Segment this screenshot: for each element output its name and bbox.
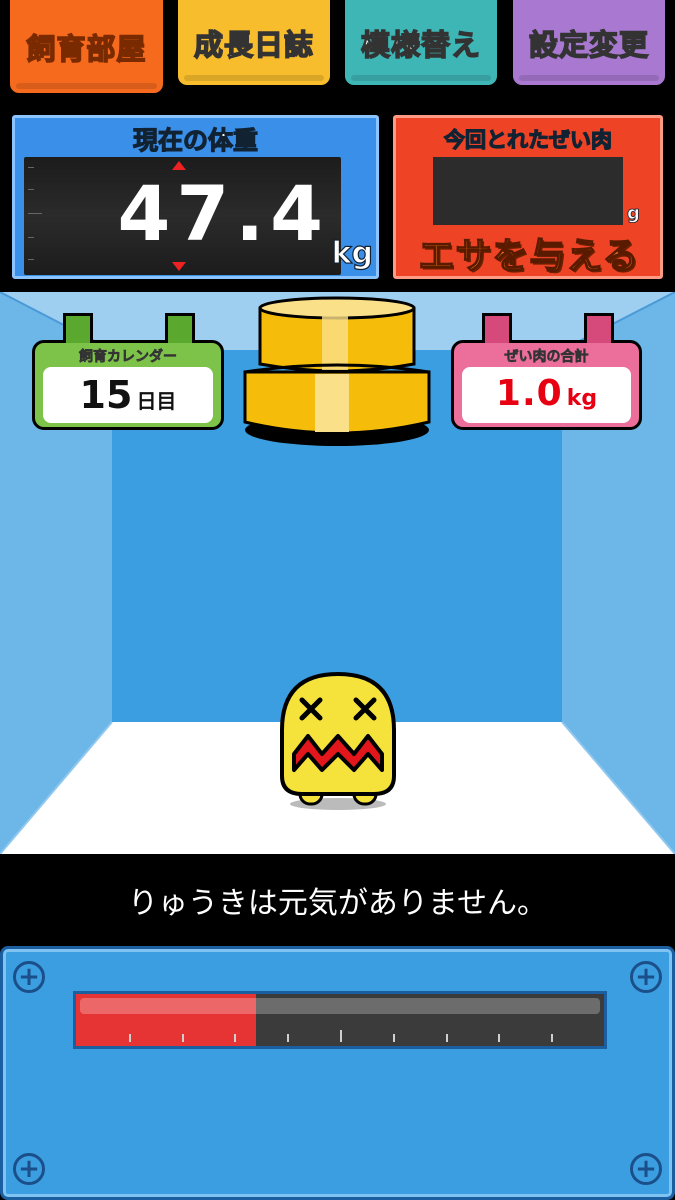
total-fat-unit: kg (566, 386, 598, 411)
energy-gauge-tick (340, 1030, 342, 1042)
current-weight-panel: 現在の体重 47.4 kg (9, 112, 382, 282)
tab-feed-room[interactable]: 飼育部屋 (7, 0, 166, 96)
plus-screw-icon: + (13, 961, 45, 993)
pet-character-icon (280, 671, 396, 810)
energy-gauge-gloss (80, 998, 600, 1014)
feed-button[interactable]: エサを与える (403, 227, 655, 279)
calendar-body: 15 日目 (43, 367, 213, 423)
total-fat-body: 1.0 kg (462, 367, 631, 423)
current-weight-title: 現在の体重 (132, 125, 258, 155)
energy-gauge-tick (181, 1034, 184, 1042)
energy-gauge-tick (234, 1034, 237, 1042)
calendar-day: 15 (79, 373, 133, 417)
weight-value: 47.4 (117, 169, 329, 258)
calendar-title: 飼育カレンダー (79, 349, 178, 366)
sign-peg (165, 313, 195, 343)
weight-scale-icon (243, 296, 431, 446)
tab-pattern-change[interactable]: 模様替え (342, 0, 500, 88)
meat-gained-display (433, 157, 623, 225)
energy-panel: + + + + (0, 946, 675, 1200)
total-fat-value: 1.0 (495, 373, 563, 414)
pet-character[interactable] (276, 670, 400, 816)
plus-screw-icon: + (13, 1153, 45, 1185)
calendar-day-unit: 日目 (136, 389, 177, 413)
plus-screw-icon: + (630, 1153, 662, 1185)
calendar-sign: 飼育カレンダー 15 日目 (32, 313, 224, 430)
total-fat-title: ぜい肉の合計 (504, 349, 589, 366)
energy-gauge (73, 991, 607, 1049)
energy-gauge-tick (445, 1034, 448, 1042)
energy-gauge-tick (128, 1034, 131, 1042)
energy-gauge-tick (392, 1034, 395, 1042)
meat-gained-title: 今回とれたぜい肉 (443, 127, 612, 152)
meat-gained-unit: g (627, 203, 641, 225)
sign-peg (63, 313, 93, 343)
status-message: りゅうきは元気がありません。 (0, 854, 675, 946)
tab-settings[interactable]: 設定変更 (510, 0, 668, 88)
energy-gauge-tick (498, 1034, 501, 1042)
tab-growth-diary[interactable]: 成長日誌 (175, 0, 333, 88)
meat-gained-panel: 今回とれたぜい肉 g エサを与える (390, 112, 666, 282)
energy-gauge-tick (551, 1034, 554, 1042)
sign-peg (584, 313, 614, 343)
weight-display: 47.4 (24, 157, 341, 275)
weight-unit: kg (331, 235, 374, 271)
plus-screw-icon: + (630, 961, 662, 993)
weight-down-arrow-icon (172, 262, 186, 271)
total-fat-sign: ぜい肉の合計 1.0 kg (451, 313, 642, 430)
sign-peg (482, 313, 512, 343)
energy-gauge-tick (287, 1034, 290, 1042)
